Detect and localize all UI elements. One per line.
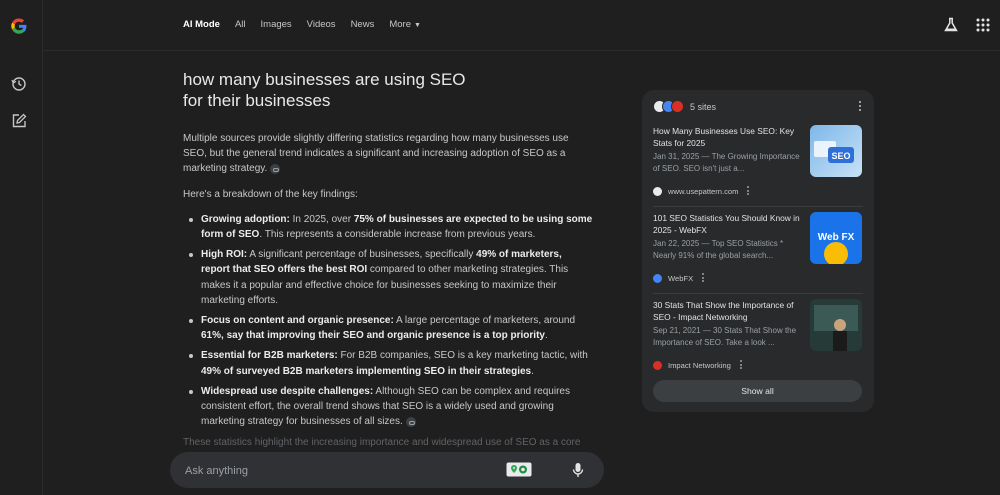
tab-videos[interactable]: Videos	[307, 19, 336, 30]
source-menu-icon[interactable]	[702, 273, 705, 284]
query-heading: how many businesses are using SEO for th…	[183, 70, 466, 110]
source-snippet: Jan 31, 2025 — The Growing Importance of…	[653, 152, 800, 173]
tab-images[interactable]: Images	[261, 19, 292, 30]
microphone-icon[interactable]	[571, 462, 585, 478]
bullet-bold: 61%, say that improving their SEO and or…	[201, 330, 545, 342]
tab-more[interactable]: More ▼	[389, 19, 421, 30]
source-snippet: Jan 22, 2025 — Top SEO Statistics * Near…	[653, 239, 784, 260]
source-menu-icon[interactable]	[747, 186, 750, 197]
google-logo-icon[interactable]	[7, 14, 31, 38]
answer-intro-text: Multiple sources provide slightly differ…	[183, 133, 569, 175]
bullet-post: . This represents a considerable increas…	[259, 229, 536, 241]
sources-header: 5 sites	[653, 100, 716, 113]
source-thumbnail: Web FX	[810, 212, 862, 264]
more-options-icon[interactable]	[858, 101, 862, 113]
bullet-post: .	[531, 365, 534, 377]
bullet-lead: Focus on content and organic presence:	[201, 315, 394, 327]
seo-graphic: SEO	[814, 141, 854, 163]
top-right-actions	[942, 16, 992, 34]
bullet-pre: A large percentage of marketers, around	[393, 315, 576, 327]
source-card[interactable]: 30 Stats That Show the Importance of SEO…	[653, 299, 863, 374]
thumb-label: SEO	[831, 151, 850, 161]
list-item: Growing adoption: In 2025, over 75% of b…	[183, 212, 593, 242]
link-icon[interactable]	[405, 416, 416, 427]
new-chat-icon[interactable]	[10, 112, 28, 130]
source-title: 101 SEO Statistics You Should Know in 20…	[653, 213, 800, 235]
source-title: How Many Businesses Use SEO: Key Stats f…	[653, 126, 795, 148]
sites-count: 5 sites	[690, 101, 717, 112]
bullet-lead: Widespread use despite challenges:	[201, 385, 374, 397]
list-item: Widespread use despite challenges: Altho…	[183, 384, 593, 430]
tab-ai-mode[interactable]: AI Mode	[183, 19, 220, 30]
lens-camera-icon[interactable]	[506, 462, 532, 477]
ai-answer: Multiple sources provide slightly differ…	[183, 131, 593, 434]
source-site: www.usepattern.com	[653, 186, 750, 197]
webfx-favicon-icon	[653, 273, 662, 283]
left-rail	[0, 0, 43, 495]
impact-favicon-icon	[653, 360, 662, 370]
thumb-label: Web FX	[818, 232, 855, 243]
bullet-pre: For B2B companies, SEO is a key marketin…	[337, 350, 588, 362]
search-tabs: AI Mode All Images Videos News More ▼	[183, 19, 436, 30]
ask-bar	[170, 452, 604, 488]
bullet-lead: Essential for B2B marketers:	[201, 350, 338, 362]
history-icon[interactable]	[10, 75, 28, 93]
source-title: 30 Stats That Show the Importance of SEO…	[653, 300, 794, 322]
impact-favicon-icon	[671, 100, 684, 113]
bullet-lead: Growing adoption:	[201, 213, 290, 225]
source-snippet: Sep 21, 2021 — 30 Stats That Show the Im…	[653, 326, 797, 347]
answer-intro: Multiple sources provide slightly differ…	[183, 131, 593, 177]
sources-panel: 5 sites How Many Businesses Use SEO: Key…	[642, 90, 874, 412]
tab-news[interactable]: News	[351, 19, 375, 30]
apps-grid-icon[interactable]	[974, 16, 992, 34]
bullet-pre: In 2025, over	[289, 213, 354, 225]
bullet-post: .	[544, 330, 548, 342]
bullet-lead: High ROI:	[201, 249, 248, 261]
list-item: High ROI: A significant percentage of bu…	[183, 247, 593, 308]
link-icon[interactable]	[270, 163, 281, 174]
presenter-graphic	[814, 305, 858, 351]
breakdown-heading: Here's a breakdown of the key findings:	[183, 188, 358, 200]
source-site: WebFX	[653, 273, 705, 284]
bullet-bold: 49% of surveyed B2B marketers implementi…	[201, 365, 532, 377]
source-site: Impact Networking	[653, 360, 742, 371]
faded-continuation: These statistics highlight the increasin…	[183, 437, 581, 448]
labs-flask-icon[interactable]	[942, 16, 960, 34]
webfx-graphic: Web FX	[818, 232, 855, 264]
source-site-name: www.usepattern.com	[668, 186, 739, 196]
ask-input[interactable]	[183, 462, 487, 480]
source-menu-icon[interactable]	[739, 360, 742, 371]
top-bar: AI Mode All Images Videos News More ▼	[42, 0, 1000, 51]
divider	[653, 206, 863, 207]
list-item: Essential for B2B marketers: For B2B com…	[183, 348, 593, 378]
source-thumbnail: SEO	[810, 125, 862, 177]
show-all-button[interactable]: Show all	[653, 380, 862, 402]
chevron-down-icon: ▼	[413, 22, 421, 29]
source-card[interactable]: 101 SEO Statistics You Should Know in 20…	[653, 212, 863, 287]
source-site-name: Impact Networking	[668, 360, 731, 370]
source-card[interactable]: How Many Businesses Use SEO: Key Stats f…	[653, 125, 863, 200]
divider	[653, 293, 863, 294]
source-thumbnail	[810, 299, 862, 351]
list-item: Focus on content and organic presence: A…	[183, 313, 593, 343]
tab-all[interactable]: All	[235, 19, 246, 30]
tab-more-label: More	[389, 19, 411, 30]
findings-list: Growing adoption: In 2025, over 75% of b…	[183, 212, 593, 430]
bullet-pre: A significant percentage of businesses, …	[247, 249, 477, 261]
usepattern-favicon-icon	[653, 186, 662, 196]
source-site-name: WebFX	[668, 273, 694, 283]
